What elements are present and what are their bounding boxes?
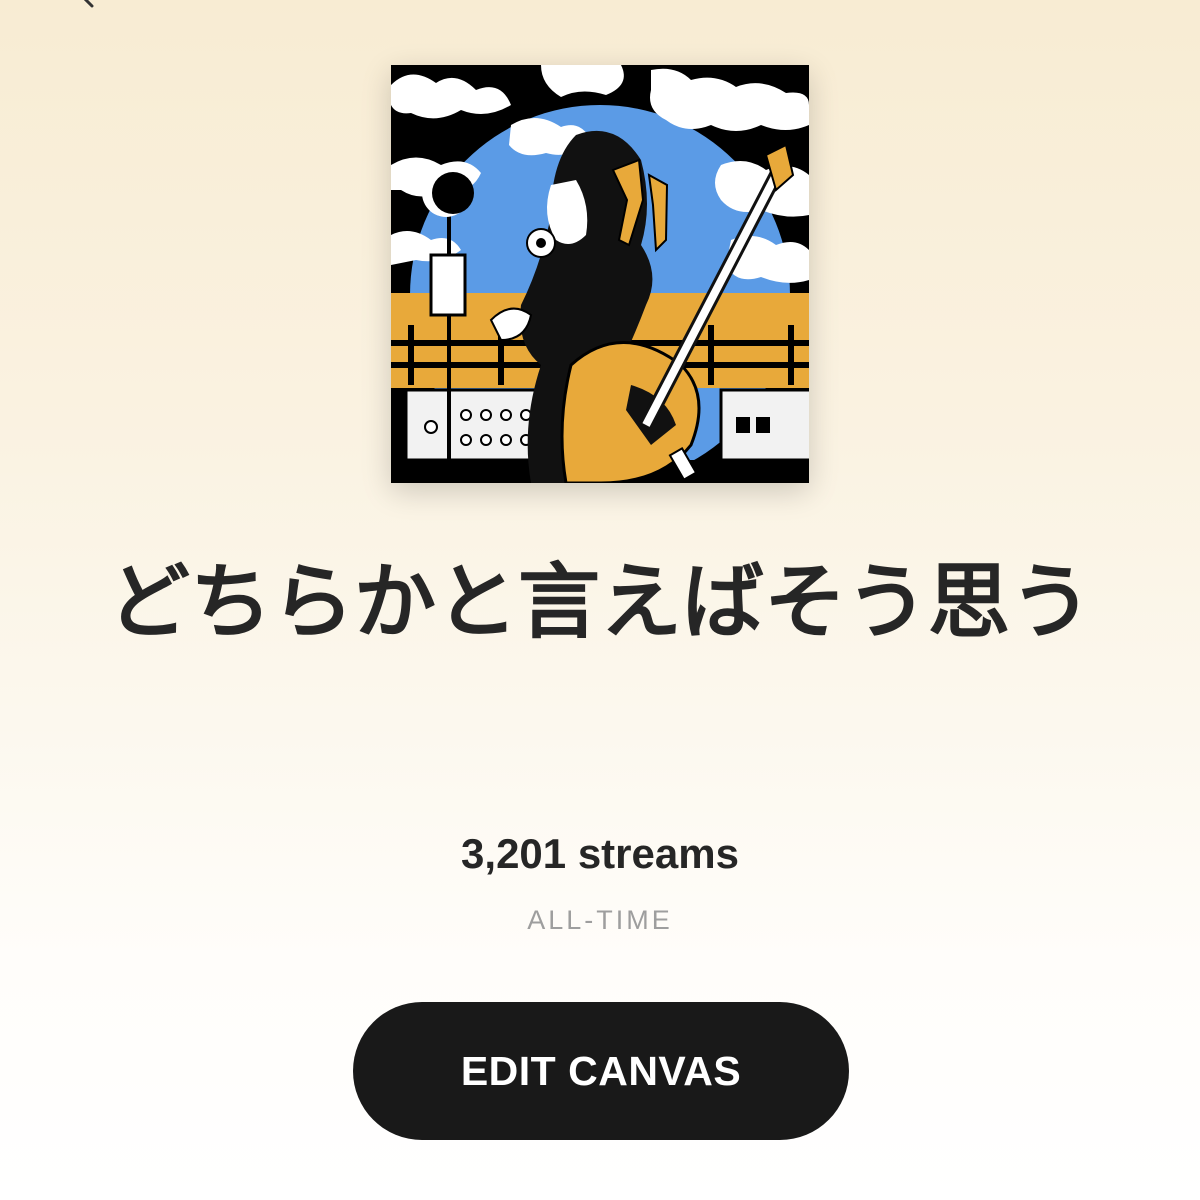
cover-illustration [391, 65, 809, 483]
stream-count: 3,201 streams [461, 830, 739, 877]
track-title: どちらかと言えばそう思う [107, 555, 1092, 650]
album-cover-art [391, 65, 809, 483]
stream-period-label: ALL-TIME [527, 905, 673, 935]
edit-canvas-button[interactable]: EDIT CANVAS [353, 1002, 849, 1140]
back-arrow-icon[interactable] [70, 0, 110, 16]
